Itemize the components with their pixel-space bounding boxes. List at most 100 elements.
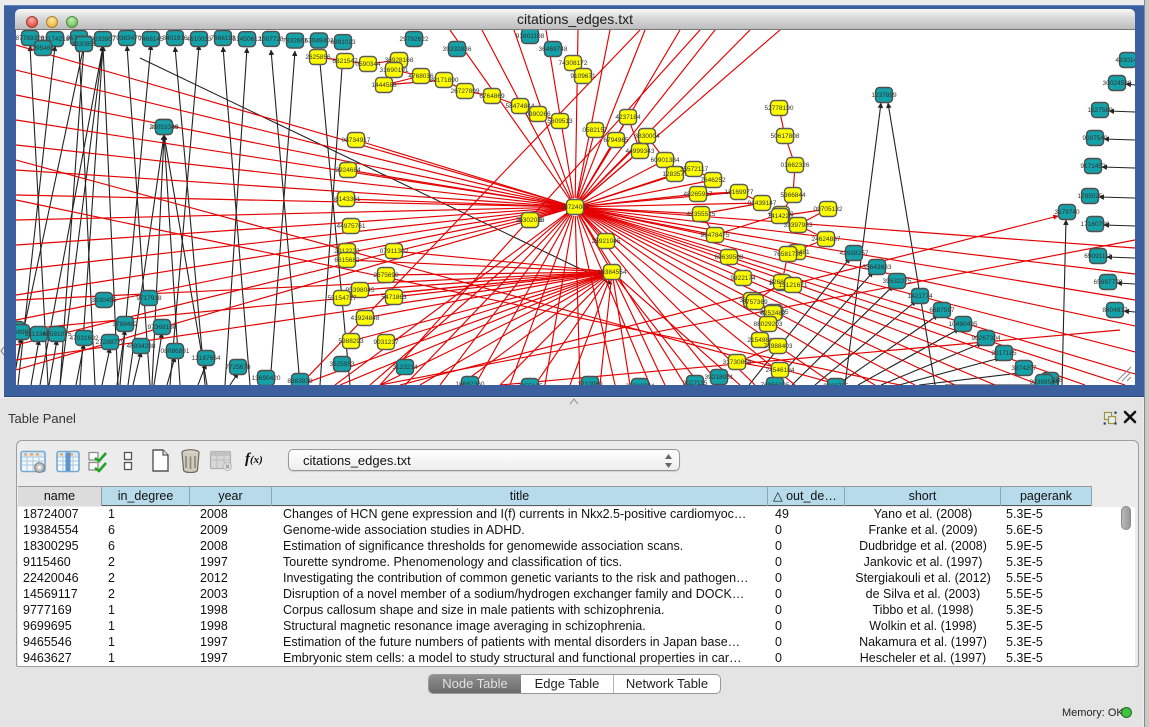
svg-text:3123214: 3123214 [392, 364, 418, 371]
svg-text:12187664: 12187664 [192, 355, 221, 362]
svg-text:24624887: 24624887 [812, 236, 841, 243]
svg-text:76581736: 76581736 [774, 251, 803, 258]
svg-text:9109671: 9109671 [570, 73, 596, 80]
svg-text:07911302: 07911302 [380, 248, 409, 255]
svg-text:9031237: 9031237 [373, 339, 399, 346]
svg-text:09705132: 09705132 [814, 206, 843, 213]
svg-text:17160790: 17160790 [1081, 221, 1110, 228]
svg-text:9171452: 9171452 [1080, 163, 1106, 170]
svg-text:90267304: 90267304 [972, 335, 1001, 342]
svg-text:99478475: 99478475 [701, 232, 730, 239]
svg-text:99389544: 99389544 [1030, 379, 1059, 385]
svg-text:42355515: 42355515 [687, 211, 716, 218]
svg-text:27288779: 27288779 [96, 339, 125, 346]
svg-text:31730868: 31730868 [723, 359, 752, 366]
svg-text:4237184: 4237184 [615, 114, 641, 121]
svg-text:89171890: 89171890 [430, 77, 459, 84]
svg-text:46934288: 46934288 [127, 343, 156, 350]
svg-text:5366844: 5366844 [780, 192, 806, 199]
svg-text:26727899: 26727899 [451, 88, 480, 95]
svg-text:25921045: 25921045 [592, 238, 621, 245]
svg-text:8383838: 8383838 [287, 378, 313, 385]
svg-text:3955185: 3955185 [517, 383, 543, 385]
svg-text:13690420: 13690420 [252, 375, 281, 382]
svg-text:08086891: 08086891 [161, 348, 190, 355]
svg-text:3230455: 3230455 [91, 297, 117, 304]
svg-text:0326755: 0326755 [823, 383, 849, 385]
svg-text:40581075: 40581075 [43, 331, 72, 338]
svg-text:47031602: 47031602 [70, 335, 99, 342]
svg-text:25302033: 25302033 [516, 217, 545, 224]
svg-text:01439147: 01439147 [748, 200, 777, 207]
svg-text:5609513: 5609513 [547, 118, 573, 125]
svg-text:3179740: 3179740 [1054, 209, 1080, 216]
svg-text:6687597: 6687597 [929, 307, 955, 314]
svg-text:4610033: 4610033 [186, 36, 212, 43]
svg-text:06734917: 06734917 [342, 137, 371, 144]
svg-text:48265917: 48265917 [684, 191, 713, 198]
svg-text:5471863: 5471863 [381, 294, 407, 301]
svg-text:3788482: 3788482 [112, 321, 138, 328]
svg-text:60901384: 60901384 [651, 157, 680, 164]
svg-text:6615682: 6615682 [334, 257, 360, 264]
svg-text:1785025: 1785025 [1077, 193, 1103, 200]
svg-text:6321547: 6321547 [332, 58, 358, 65]
svg-text:71988403: 71988403 [764, 343, 793, 350]
svg-text:7725678: 7725678 [225, 364, 251, 371]
svg-text:3525953: 3525953 [329, 361, 355, 368]
svg-text:10490495: 10490495 [949, 321, 978, 328]
svg-text:1007728: 1007728 [258, 36, 284, 43]
svg-text:16682360: 16682360 [456, 381, 485, 385]
svg-text:1527589: 1527589 [1087, 107, 1113, 114]
svg-text:2017185: 2017185 [991, 350, 1017, 357]
svg-text:1710089: 1710089 [577, 381, 603, 385]
svg-text:5988293: 5988293 [338, 338, 364, 345]
svg-text:35572117: 35572117 [680, 166, 709, 173]
svg-text:39532275: 39532275 [883, 278, 912, 285]
svg-text:36469748: 36469748 [539, 46, 568, 53]
svg-text:18724007: 18724007 [561, 204, 590, 211]
svg-text:0757369: 0757369 [742, 299, 768, 306]
svg-text:3930955: 3930955 [71, 41, 97, 48]
svg-text:52778190: 52778190 [765, 105, 794, 112]
svg-text:7414220: 7414220 [767, 213, 793, 220]
svg-text:42938257: 42938257 [840, 250, 869, 257]
svg-text:39397983: 39397983 [784, 222, 813, 229]
svg-text:1444588: 1444588 [371, 82, 397, 89]
svg-text:30024589: 30024589 [1103, 80, 1132, 87]
svg-text:41924848: 41924848 [351, 315, 380, 322]
svg-text:44999343: 44999343 [626, 148, 655, 155]
svg-text:88029203: 88029203 [754, 321, 783, 328]
svg-text:19384554: 19384554 [598, 269, 627, 276]
svg-text:24546184: 24546184 [766, 367, 795, 374]
svg-text:6764869: 6764869 [479, 93, 505, 100]
svg-text:40954611: 40954611 [29, 45, 58, 52]
svg-text:0582157: 0582157 [582, 127, 608, 134]
svg-text:15121671: 15121671 [779, 282, 808, 289]
svg-text:68143361: 68143361 [332, 196, 361, 203]
svg-text:9922174: 9922174 [730, 275, 756, 282]
svg-text:35643633: 35643633 [863, 264, 892, 271]
svg-text:6794965: 6794965 [603, 137, 629, 144]
svg-text:28053346: 28053346 [150, 124, 179, 131]
svg-text:01662326: 01662326 [781, 162, 810, 169]
svg-text:74308172: 74308172 [559, 60, 588, 67]
svg-text:7468145: 7468145 [138, 36, 164, 43]
svg-text:18169977: 18169977 [725, 189, 754, 196]
svg-text:0390266: 0390266 [525, 111, 551, 118]
svg-text:4330146: 4330146 [1115, 57, 1135, 64]
svg-text:6991023: 6991023 [330, 39, 356, 46]
svg-text:39332836: 39332836 [443, 46, 472, 53]
svg-text:3374207: 3374207 [1011, 365, 1037, 372]
svg-text:65697778: 65697778 [1094, 279, 1123, 286]
svg-text:97368180: 97368180 [148, 324, 177, 331]
svg-text:1421774: 1421774 [907, 293, 933, 300]
svg-text:69639568: 69639568 [715, 254, 744, 261]
svg-text:3924684: 3924684 [335, 167, 361, 174]
svg-text:91601108: 91601108 [516, 33, 545, 40]
svg-text:55154717: 55154717 [328, 295, 357, 302]
svg-text:39218051: 39218051 [705, 374, 734, 381]
svg-text:76856395: 76856395 [761, 382, 790, 385]
svg-text:8401916: 8401916 [162, 35, 188, 42]
svg-text:1237899: 1237899 [871, 92, 897, 99]
